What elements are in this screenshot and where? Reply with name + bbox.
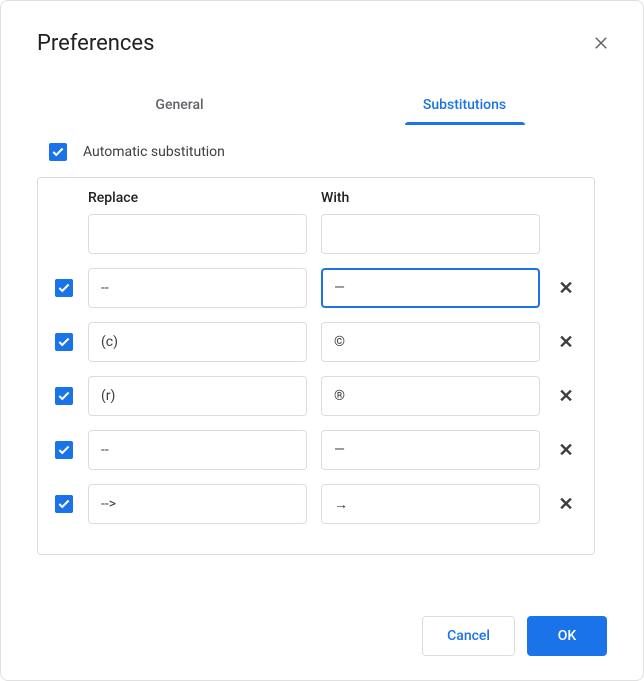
dialog-header: Preferences [1,1,643,73]
replace-input[interactable] [88,484,307,524]
with-input[interactable] [321,484,540,524]
check-icon [57,335,71,349]
with-input[interactable] [321,322,540,362]
tabs: General Substitutions [1,85,643,125]
check-icon [57,281,71,295]
tab-content: Automatic substitution Replace With ✕ ✕ ✕ ✕… [1,125,643,555]
check-icon [57,497,71,511]
replace-input[interactable] [88,214,307,254]
column-headers: Replace With [54,190,578,206]
close-icon: ✕ [558,494,573,515]
close-icon: ✕ [558,278,573,299]
row-enable-checkbox[interactable] [55,387,73,405]
dialog-title: Preferences [37,31,154,56]
close-icon: ✕ [558,386,573,407]
tab-substitutions[interactable]: Substitutions [322,85,607,125]
preferences-dialog: Preferences General Substitutions Automa… [0,0,644,681]
row-enable-checkbox[interactable] [55,495,73,513]
delete-row-button[interactable]: ✕ [554,494,578,515]
auto-substitution-checkbox[interactable] [49,143,67,161]
replace-input[interactable] [88,268,307,308]
close-icon [592,34,610,52]
column-header-replace: Replace [88,190,307,206]
delete-row-button[interactable]: ✕ [554,386,578,407]
check-icon [57,443,71,457]
check-icon [51,145,65,159]
replace-input[interactable] [88,322,307,362]
close-button[interactable] [583,25,619,61]
with-input[interactable] [321,268,540,308]
replace-input[interactable] [88,376,307,416]
auto-substitution-label: Automatic substitution [83,144,225,160]
table-row: ✕ [54,376,578,416]
delete-row-button[interactable]: ✕ [554,440,578,461]
table-row: ✕ [54,322,578,362]
table-row: ✕ [54,268,578,308]
column-header-with: With [321,190,540,206]
row-enable-checkbox[interactable] [55,279,73,297]
delete-row-button[interactable]: ✕ [554,332,578,353]
close-icon: ✕ [558,440,573,461]
cancel-button[interactable]: Cancel [422,616,515,656]
tab-general[interactable]: General [37,85,322,125]
row-enable-checkbox[interactable] [55,333,73,351]
with-input[interactable] [321,430,540,470]
table-row: ✕ [54,430,578,470]
with-input[interactable] [321,214,540,254]
auto-substitution-row: Automatic substitution [49,143,607,161]
delete-row-button[interactable]: ✕ [554,278,578,299]
with-input[interactable] [321,376,540,416]
table-row [54,214,578,254]
row-enable-checkbox[interactable] [55,441,73,459]
table-row: ✕ [54,484,578,524]
substitutions-table[interactable]: Replace With ✕ ✕ ✕ ✕ ✕ [37,177,595,555]
dialog-footer: Cancel OK [422,616,607,656]
replace-input[interactable] [88,430,307,470]
ok-button[interactable]: OK [527,616,607,656]
close-icon: ✕ [558,332,573,353]
check-icon [57,389,71,403]
